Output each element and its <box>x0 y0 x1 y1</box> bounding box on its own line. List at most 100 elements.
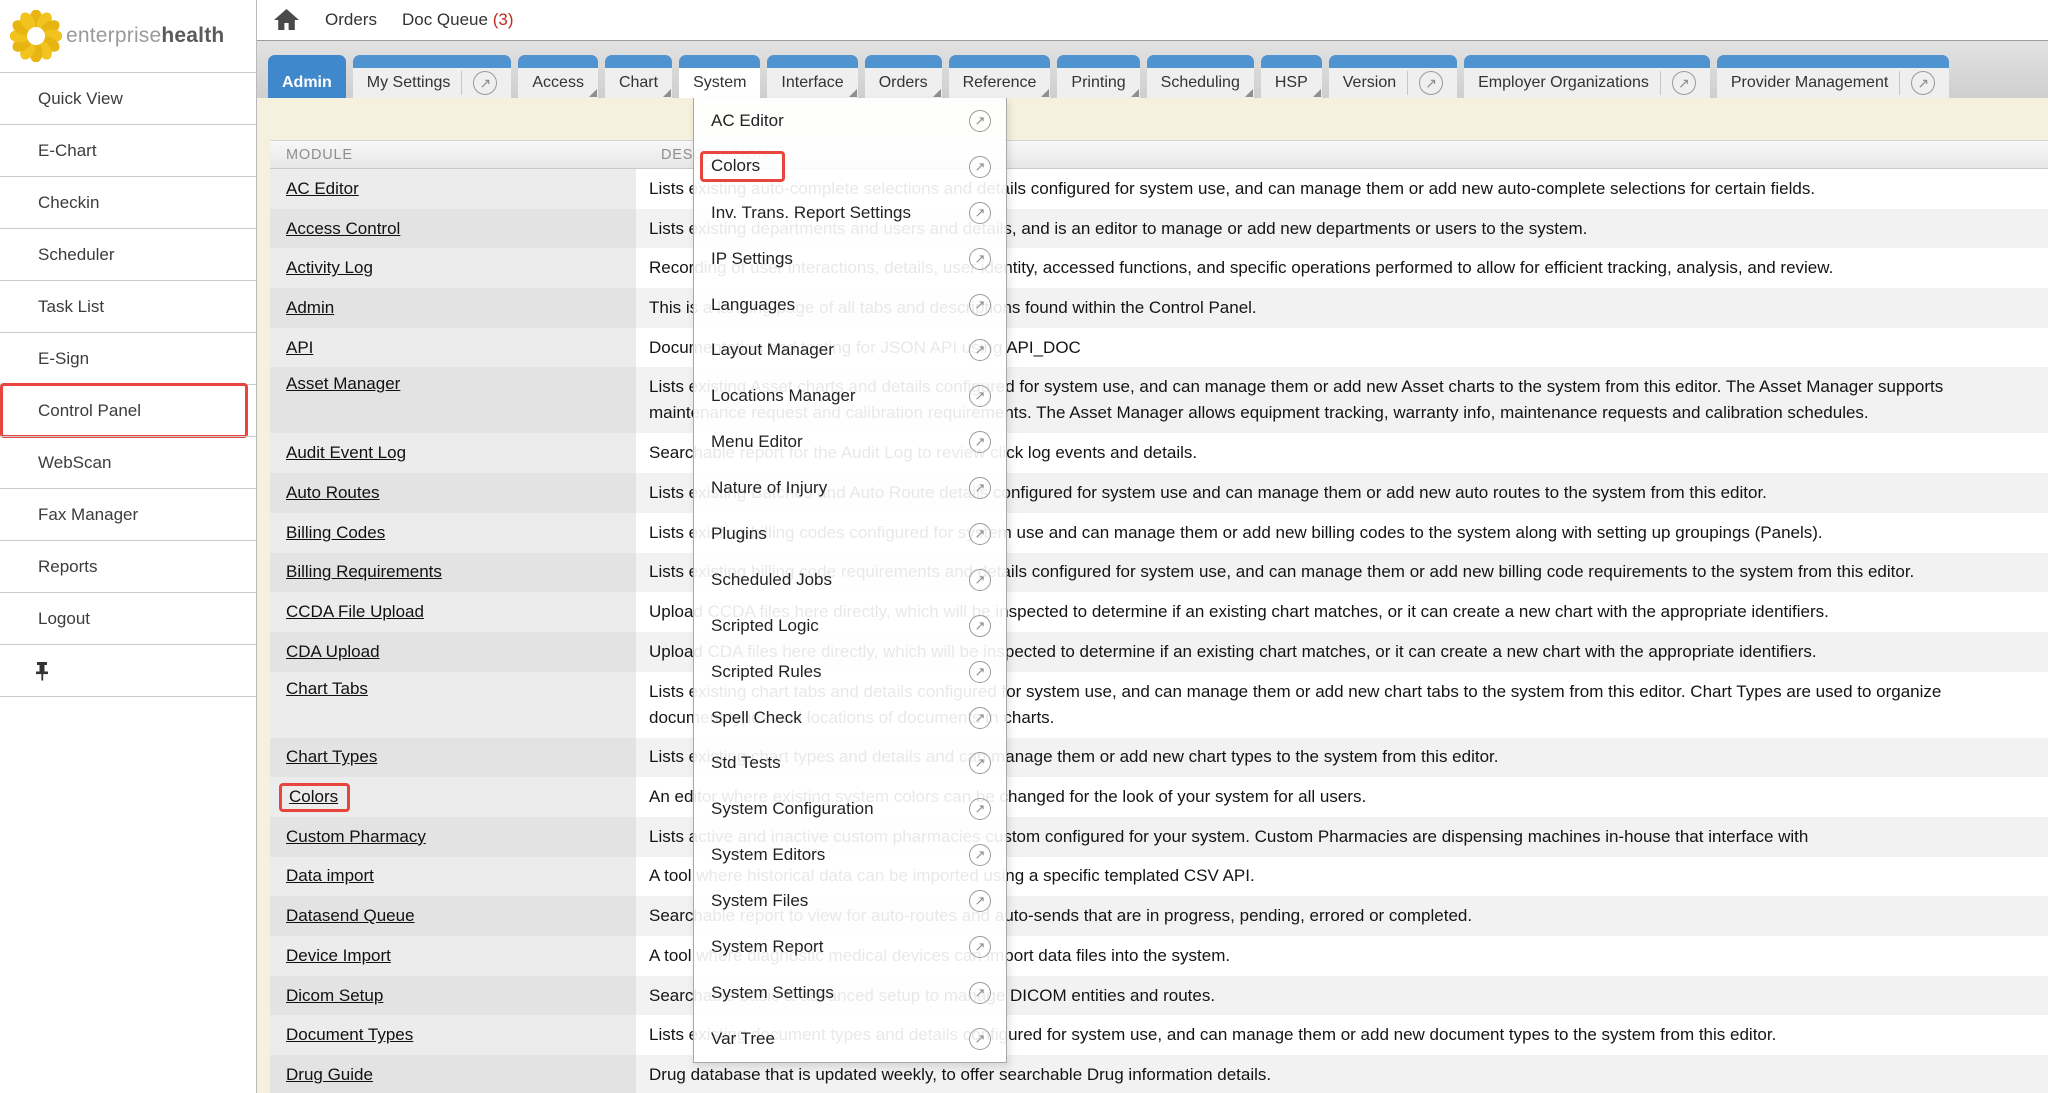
open-new-icon[interactable]: ↗ <box>969 1028 991 1050</box>
module-cell: AC Editor <box>270 169 636 209</box>
breadcrumb-orders[interactable]: Orders <box>325 10 377 30</box>
module-link-device-import[interactable]: Device Import <box>286 946 391 966</box>
tab-scheduling[interactable]: Scheduling <box>1147 55 1254 98</box>
module-link-cda-upload[interactable]: CDA Upload <box>286 642 380 662</box>
menu-item-languages[interactable]: Languages↗ <box>694 282 1006 328</box>
tab-interface[interactable]: Interface <box>767 55 857 98</box>
module-link-admin[interactable]: Admin <box>286 298 334 318</box>
sidebar-item-logout[interactable]: Logout <box>0 592 256 644</box>
menu-item-ac-editor[interactable]: AC Editor↗ <box>694 98 1006 144</box>
open-new-icon[interactable]: ↗ <box>969 707 991 729</box>
module-cell: CDA Upload <box>270 632 636 672</box>
sidebar-item-scheduler[interactable]: Scheduler <box>0 228 256 280</box>
menu-item-scripted-logic[interactable]: Scripted Logic↗ <box>694 603 1006 649</box>
open-new-icon[interactable]: ↗ <box>473 71 497 95</box>
sidebar-item-task-list[interactable]: Task List <box>0 280 256 332</box>
menu-item-system-configuration[interactable]: System Configuration↗ <box>694 786 1006 832</box>
tab-my-settings[interactable]: My Settings↗ <box>353 55 512 98</box>
module-link-billing-requirements[interactable]: Billing Requirements <box>286 562 442 582</box>
open-new-icon[interactable]: ↗ <box>969 936 991 958</box>
menu-item-menu-editor[interactable]: Menu Editor↗ <box>694 419 1006 465</box>
menu-item-system-report[interactable]: System Report↗ <box>694 924 1006 970</box>
open-new-icon[interactable]: ↗ <box>969 385 991 407</box>
open-new-icon[interactable]: ↗ <box>969 982 991 1004</box>
sidebar-item-reports[interactable]: Reports <box>0 540 256 592</box>
module-link-auto-routes[interactable]: Auto Routes <box>286 483 380 503</box>
menu-item-system-settings[interactable]: System Settings↗ <box>694 970 1006 1016</box>
open-new-icon[interactable]: ↗ <box>969 156 991 178</box>
menu-item-spell-check[interactable]: Spell Check↗ <box>694 695 1006 741</box>
sidebar-item-fax-manager[interactable]: Fax Manager <box>0 488 256 540</box>
menu-item-nature-of-injury[interactable]: Nature of Injury↗ <box>694 465 1006 511</box>
home-icon[interactable] <box>273 8 300 32</box>
module-link-colors[interactable]: Colors <box>279 783 350 812</box>
open-new-icon[interactable]: ↗ <box>969 752 991 774</box>
module-link-asset-manager[interactable]: Asset Manager <box>286 374 400 394</box>
menu-item-colors[interactable]: Colors↗ <box>694 144 1006 190</box>
tab-divider <box>1407 71 1408 95</box>
tab-reference[interactable]: Reference <box>949 55 1051 98</box>
menu-item-system-editors[interactable]: System Editors↗ <box>694 832 1006 878</box>
sidebar-item-e-sign[interactable]: E-Sign <box>0 332 256 384</box>
menu-item-layout-manager[interactable]: Layout Manager↗ <box>694 327 1006 373</box>
module-link-api[interactable]: API <box>286 338 313 358</box>
open-new-icon[interactable]: ↗ <box>969 431 991 453</box>
open-new-icon[interactable]: ↗ <box>1911 71 1935 95</box>
breadcrumb-doc-queue[interactable]: Doc Queue (3) <box>402 10 514 30</box>
menu-item-plugins[interactable]: Plugins↗ <box>694 511 1006 557</box>
sidebar-item-e-chart[interactable]: E-Chart <box>0 124 256 176</box>
menu-item-scheduled-jobs[interactable]: Scheduled Jobs↗ <box>694 557 1006 603</box>
sidebar-pin-toggle[interactable] <box>0 644 256 697</box>
sidebar-item-control-panel[interactable]: Control Panel <box>0 384 256 436</box>
open-new-icon[interactable]: ↗ <box>969 477 991 499</box>
tab-access[interactable]: Access <box>518 55 598 98</box>
open-new-icon[interactable]: ↗ <box>969 661 991 683</box>
sidebar-item-webscan[interactable]: WebScan <box>0 436 256 488</box>
module-link-access-control[interactable]: Access Control <box>286 219 400 239</box>
tab-orders[interactable]: Orders <box>865 55 942 98</box>
menu-item-scripted-rules[interactable]: Scripted Rules↗ <box>694 649 1006 695</box>
open-new-icon[interactable]: ↗ <box>969 798 991 820</box>
sidebar-item-quick-view[interactable]: Quick View <box>0 72 256 124</box>
open-new-icon[interactable]: ↗ <box>969 294 991 316</box>
module-link-chart-tabs[interactable]: Chart Tabs <box>286 679 368 699</box>
tab-admin[interactable]: Admin <box>268 55 346 98</box>
menu-item-std-tests[interactable]: Std Tests↗ <box>694 740 1006 786</box>
open-new-icon[interactable]: ↗ <box>969 248 991 270</box>
tab-system[interactable]: System <box>679 55 760 98</box>
tab-employer-organizations[interactable]: Employer Organizations↗ <box>1464 55 1710 98</box>
menu-item-ip-settings[interactable]: IP Settings↗ <box>694 236 1006 282</box>
open-new-icon[interactable]: ↗ <box>969 890 991 912</box>
module-link-drug-guide[interactable]: Drug Guide <box>286 1065 373 1085</box>
module-link-dicom-setup[interactable]: Dicom Setup <box>286 986 383 1006</box>
module-link-data-import[interactable]: Data import <box>286 866 374 886</box>
tab-version[interactable]: Version↗ <box>1329 55 1457 98</box>
tab-chart[interactable]: Chart <box>605 55 672 98</box>
open-new-icon[interactable]: ↗ <box>969 202 991 224</box>
open-new-icon[interactable]: ↗ <box>969 110 991 132</box>
sidebar-item-checkin[interactable]: Checkin <box>0 176 256 228</box>
module-link-chart-types[interactable]: Chart Types <box>286 747 377 767</box>
module-link-ccda-file-upload[interactable]: CCDA File Upload <box>286 602 424 622</box>
menu-item-system-files[interactable]: System Files↗ <box>694 878 1006 924</box>
open-new-icon[interactable]: ↗ <box>969 844 991 866</box>
tab-hsp[interactable]: HSP <box>1261 55 1322 98</box>
menu-item-locations-manager[interactable]: Locations Manager↗ <box>694 373 1006 419</box>
module-link-custom-pharmacy[interactable]: Custom Pharmacy <box>286 827 426 847</box>
module-link-ac-editor[interactable]: AC Editor <box>286 179 359 199</box>
module-link-billing-codes[interactable]: Billing Codes <box>286 523 385 543</box>
menu-item-inv-trans-report-settings[interactable]: Inv. Trans. Report Settings↗ <box>694 190 1006 236</box>
open-new-icon[interactable]: ↗ <box>969 523 991 545</box>
tab-provider-management[interactable]: Provider Management↗ <box>1717 55 1949 98</box>
open-new-icon[interactable]: ↗ <box>969 339 991 361</box>
open-new-icon[interactable]: ↗ <box>1419 71 1443 95</box>
module-link-audit-event-log[interactable]: Audit Event Log <box>286 443 406 463</box>
tab-printing[interactable]: Printing <box>1057 55 1139 98</box>
module-link-activity-log[interactable]: Activity Log <box>286 258 373 278</box>
open-new-icon[interactable]: ↗ <box>1672 71 1696 95</box>
open-new-icon[interactable]: ↗ <box>969 615 991 637</box>
module-link-document-types[interactable]: Document Types <box>286 1025 413 1045</box>
open-new-icon[interactable]: ↗ <box>969 569 991 591</box>
module-link-datasend-queue[interactable]: Datasend Queue <box>286 906 415 926</box>
menu-item-var-tree[interactable]: Var Tree↗ <box>694 1016 1006 1062</box>
